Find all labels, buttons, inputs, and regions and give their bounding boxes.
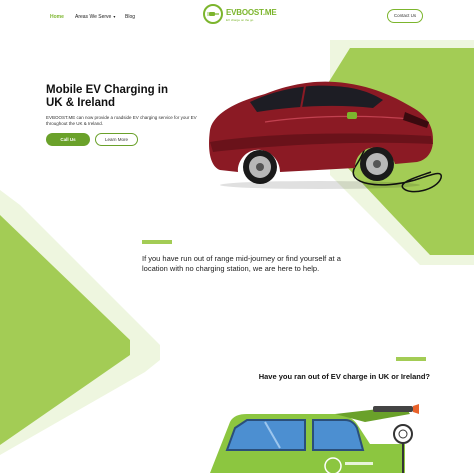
call-us-button[interactable]: Call Us <box>46 133 90 146</box>
green-charging-van-image <box>210 404 419 473</box>
hero-title: Mobile EV Charging in UK & Ireland <box>46 84 169 109</box>
nav-blog-link[interactable]: Blog <box>125 14 135 20</box>
intro-text: If you have run out of range mid-journey… <box>142 254 341 273</box>
hero-description: EVBOOST.ME can now provide a roadside EV… <box>46 115 197 126</box>
red-electric-car-image <box>209 81 442 193</box>
logo-tagline: EV charge on the go <box>226 18 254 22</box>
learn-more-button[interactable]: Learn More <box>95 133 138 146</box>
section2-accent-bar <box>396 357 426 361</box>
top-navigation: Home Areas We Serve ▾ Blog EVBOOST.ME EV … <box>0 0 474 34</box>
contact-us-button[interactable]: Contact Us <box>387 9 423 23</box>
nav-areas-link[interactable]: Areas We Serve ▾ <box>75 14 115 20</box>
section2-title: Have you ran out of EV charge in UK or I… <box>258 372 430 381</box>
nav-home-link[interactable]: Home <box>50 14 64 20</box>
logo-name: EVBOOST.ME <box>226 8 277 17</box>
intro-accent-bar <box>142 240 172 244</box>
logo-plug-icon <box>203 4 223 24</box>
chevron-down-icon: ▾ <box>113 14 116 19</box>
page: Home Areas We Serve ▾ Blog EVBOOST.ME EV … <box>0 0 474 473</box>
charging-plug-icon <box>347 112 357 119</box>
plug-icon <box>207 12 219 16</box>
logo[interactable]: EVBOOST.ME EV charge on the go <box>203 4 283 30</box>
nav-areas-label: Areas We Serve <box>75 14 112 20</box>
